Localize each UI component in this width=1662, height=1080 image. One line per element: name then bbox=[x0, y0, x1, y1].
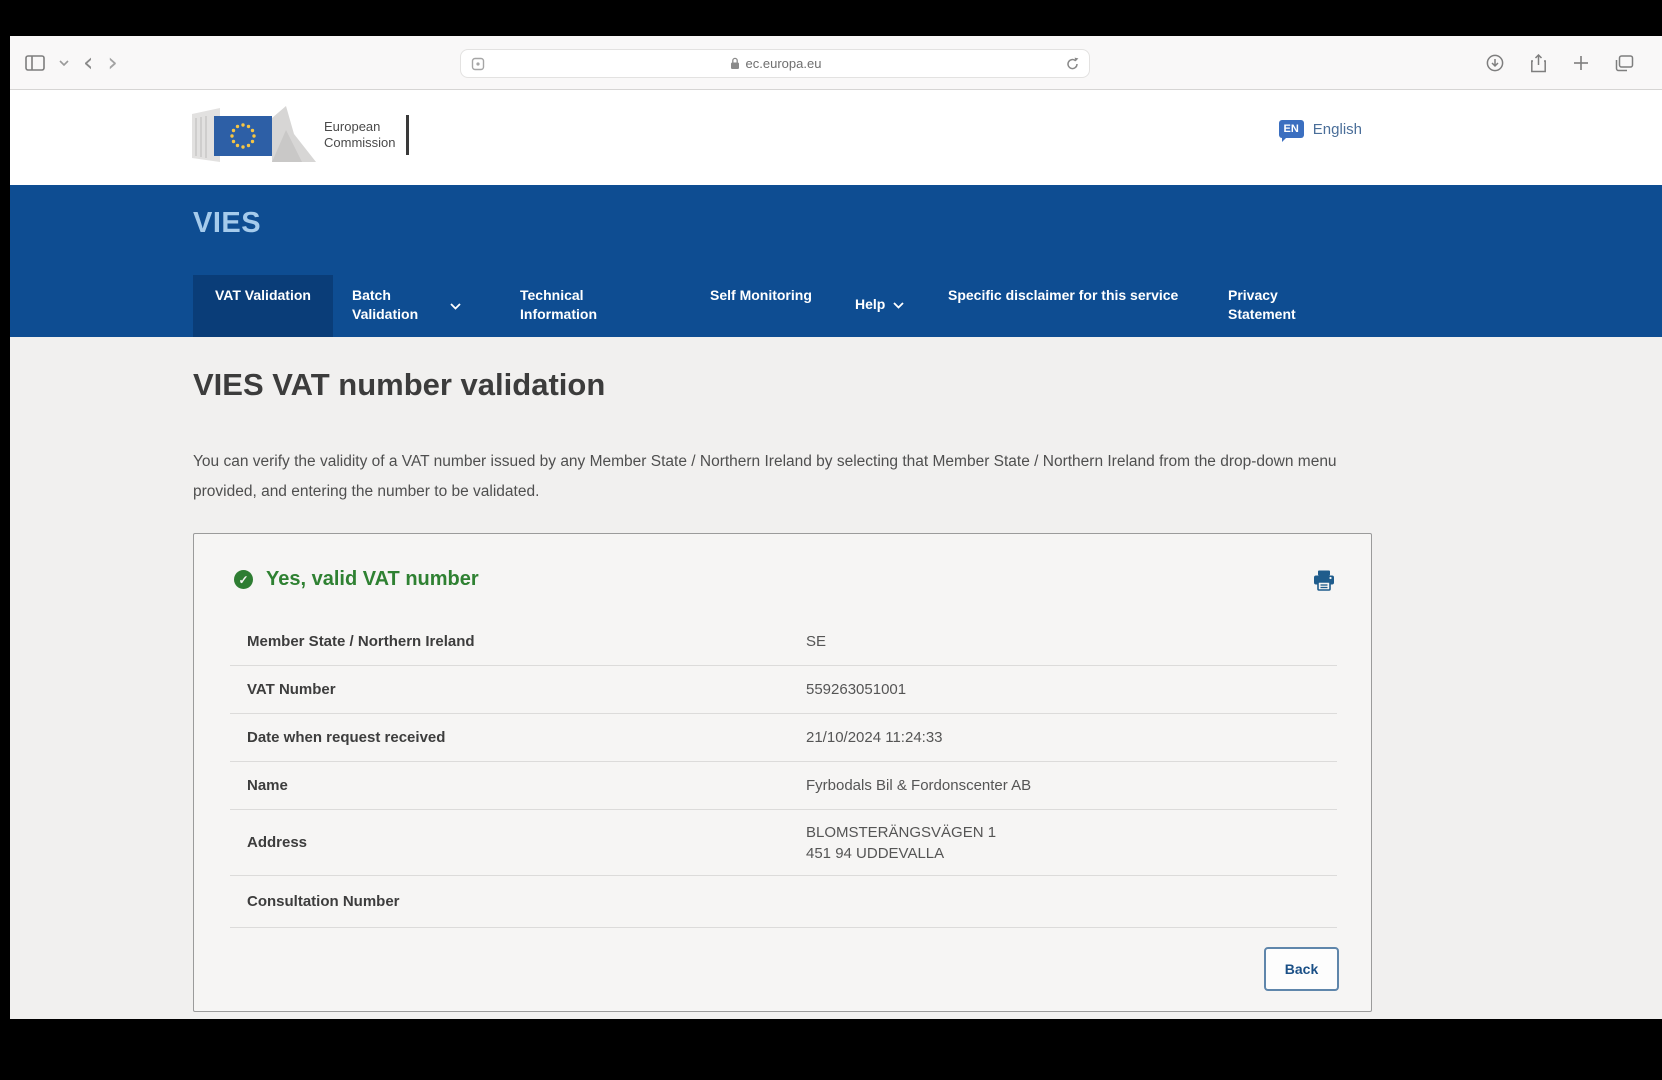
reload-icon[interactable] bbox=[1066, 57, 1079, 71]
forward-arrow-icon[interactable]: › bbox=[107, 50, 117, 76]
row-label: VAT Number bbox=[247, 681, 336, 698]
table-row-vat-number: VAT Number 559263051001 bbox=[230, 666, 1337, 714]
nav-technical-information[interactable]: Technical Information bbox=[520, 286, 630, 324]
sidebar-icon[interactable] bbox=[25, 55, 45, 71]
browser-window: ‹ › ec.europa.eu European Commission EN … bbox=[10, 36, 1662, 1019]
site-band: VIES VAT Validation Batch Validation Tec… bbox=[10, 185, 1662, 337]
main-content: VIES VAT number validation You can verif… bbox=[10, 337, 1662, 1019]
table-row-name: Name Fyrbodals Bil & Fordonscenter AB bbox=[230, 762, 1337, 810]
validation-result-card: ✓ Yes, valid VAT number Member State / N… bbox=[193, 533, 1372, 1012]
table-row-consultation-number: Consultation Number bbox=[230, 876, 1337, 928]
table-row-address: Address BLOMSTERÄNGSVÄGEN 1 451 94 UDDEV… bbox=[230, 810, 1337, 876]
ec-header: European Commission EN English bbox=[10, 90, 1662, 185]
table-row-request-date: Date when request received 21/10/2024 11… bbox=[230, 714, 1337, 762]
url-text: ec.europa.eu bbox=[745, 56, 822, 71]
ec-logo-divider bbox=[405, 115, 409, 155]
downloads-icon[interactable] bbox=[1486, 54, 1504, 72]
language-label: English bbox=[1312, 120, 1362, 138]
vies-brand[interactable]: VIES bbox=[193, 207, 261, 240]
chevron-down-icon bbox=[450, 296, 461, 315]
share-icon[interactable] bbox=[1530, 53, 1547, 73]
european-commission-logo[interactable]: European Commission bbox=[190, 104, 409, 166]
new-tab-icon[interactable] bbox=[1573, 55, 1589, 71]
nav-self-monitoring[interactable]: Self Monitoring bbox=[710, 286, 814, 305]
screen-frame: ‹ › ec.europa.eu European Commission EN … bbox=[0, 0, 1662, 1080]
print-icon[interactable] bbox=[1313, 570, 1335, 596]
row-label: Name bbox=[247, 777, 288, 794]
site-settings-icon[interactable] bbox=[471, 57, 485, 71]
toolbar-left-group: ‹ › bbox=[25, 36, 118, 90]
row-value: 21/10/2024 11:24:33 bbox=[806, 729, 943, 746]
row-label: Consultation Number bbox=[247, 893, 400, 910]
address-bar[interactable]: ec.europa.eu bbox=[460, 49, 1090, 78]
chevron-down-icon bbox=[893, 295, 904, 314]
nav-specific-disclaimer[interactable]: Specific disclaimer for this service bbox=[948, 286, 1180, 305]
ec-flag-graphic bbox=[192, 106, 316, 162]
status-row: ✓ Yes, valid VAT number bbox=[234, 568, 479, 591]
row-value: BLOMSTERÄNGSVÄGEN 1 451 94 UDDEVALLA bbox=[806, 823, 997, 862]
main-navigation: VAT Validation Batch Validation Technica… bbox=[10, 275, 1662, 337]
lock-icon bbox=[730, 57, 740, 70]
language-badge: EN bbox=[1278, 120, 1304, 142]
address-url-group: ec.europa.eu bbox=[485, 56, 1066, 71]
ec-logo-text: European Commission bbox=[324, 119, 396, 150]
row-value: 559263051001 bbox=[806, 681, 907, 698]
row-value: Fyrbodals Bil & Fordonscenter AB bbox=[806, 777, 1032, 794]
row-value: SE bbox=[806, 633, 827, 650]
page-title: VIES VAT number validation bbox=[193, 367, 606, 402]
toolbar-right-group bbox=[1486, 36, 1634, 90]
table-row-member-state: Member State / Northern Ireland SE bbox=[230, 618, 1337, 666]
status-text: Yes, valid VAT number bbox=[266, 568, 479, 590]
nav-privacy-statement[interactable]: Privacy Statement bbox=[1228, 286, 1338, 324]
tab-overview-icon[interactable] bbox=[1615, 54, 1634, 72]
result-table: Member State / Northern Ireland SE VAT N… bbox=[230, 618, 1337, 928]
row-label: Address bbox=[247, 834, 308, 851]
row-label: Date when request received bbox=[247, 729, 446, 746]
nav-vat-validation[interactable]: VAT Validation bbox=[193, 275, 333, 337]
back-arrow-icon[interactable]: ‹ bbox=[83, 50, 93, 76]
row-label: Member State / Northern Ireland bbox=[247, 633, 475, 650]
back-button[interactable]: Back bbox=[1264, 947, 1339, 991]
nav-batch-validation[interactable]: Batch Validation bbox=[352, 286, 461, 324]
browser-toolbar: ‹ › ec.europa.eu bbox=[10, 36, 1662, 90]
nav-help[interactable]: Help bbox=[855, 295, 904, 314]
valid-check-icon: ✓ bbox=[234, 570, 253, 589]
language-selector[interactable]: EN English bbox=[1278, 120, 1362, 142]
chevron-down-icon[interactable] bbox=[59, 60, 69, 66]
intro-text: You can verify the validity of a VAT num… bbox=[193, 453, 1337, 500]
